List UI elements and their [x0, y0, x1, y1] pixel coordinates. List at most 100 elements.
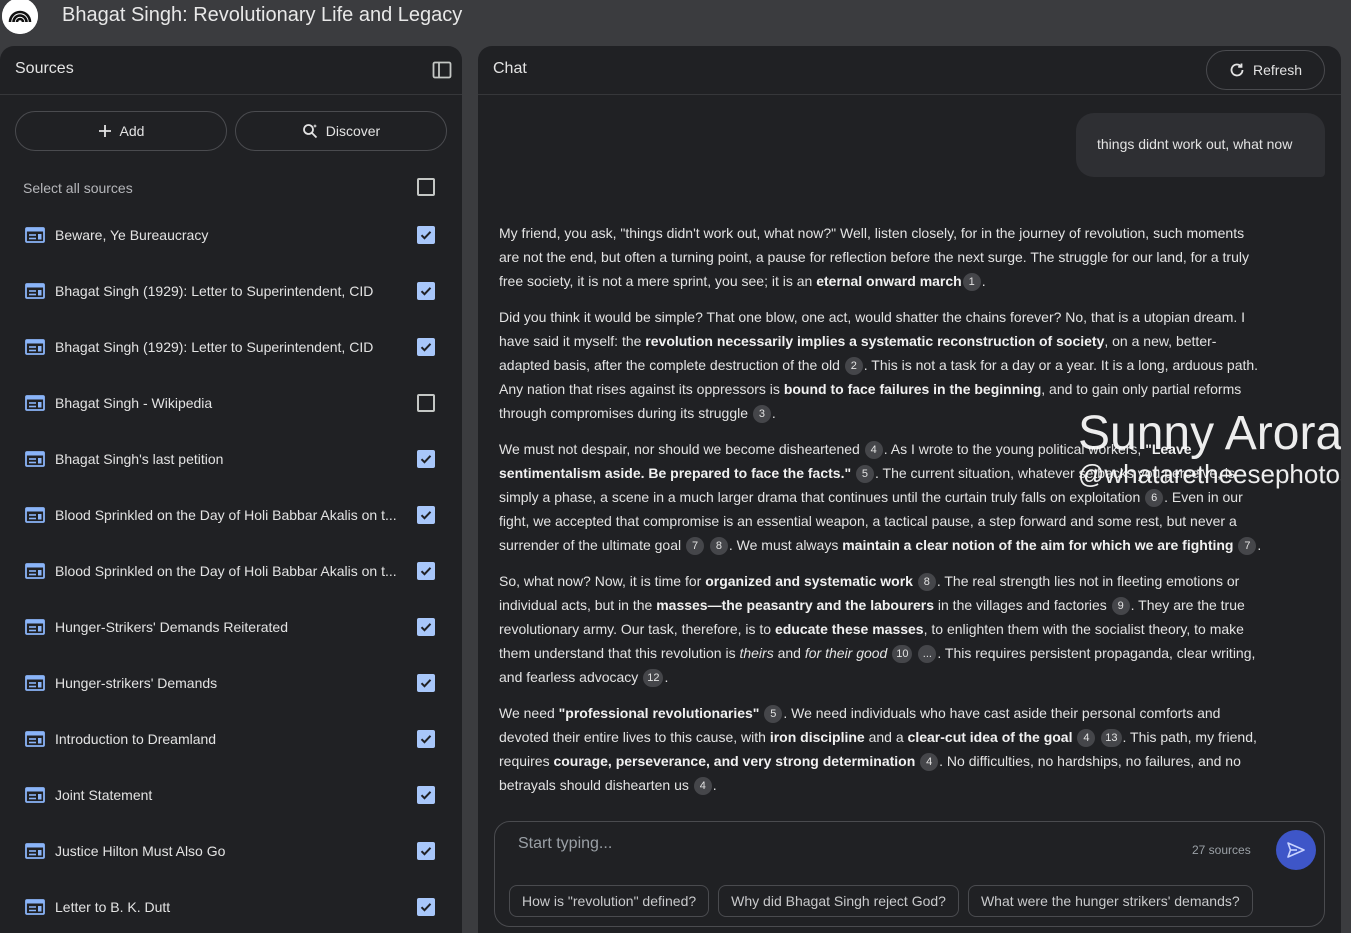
source-label: Introduction to Dreamland	[55, 731, 217, 747]
response-text	[1096, 729, 1100, 745]
citation-chip[interactable]: 9	[1111, 597, 1130, 615]
panel-collapse-icon[interactable]	[432, 60, 452, 80]
citation-chip[interactable]: 7	[1238, 537, 1257, 555]
suggestion-chips: How is "revolution" defined? Why did Bhag…	[509, 885, 1253, 917]
discover-label: Discover	[325, 123, 381, 139]
chat-panel: Chat Refresh things didnt work out, what…	[478, 46, 1341, 933]
source-checkbox[interactable]	[417, 842, 435, 860]
citation-chip[interactable]: 6	[1145, 489, 1164, 507]
citation-chip[interactable]: 8	[709, 537, 728, 555]
response-text	[705, 537, 709, 553]
source-checkbox[interactable]	[417, 394, 435, 412]
document-source-icon	[25, 675, 45, 691]
response-text: in the villages and factories	[934, 597, 1111, 613]
source-checkbox[interactable]	[417, 674, 435, 692]
source-item[interactable]: Introduction to Dreamland	[0, 711, 462, 767]
source-item[interactable]: Beware, Ye Bureaucracy	[0, 207, 462, 263]
source-label: Beware, Ye Bureaucracy	[55, 227, 209, 243]
citation-chip[interactable]: 5	[855, 465, 874, 483]
source-checkbox[interactable]	[417, 618, 435, 636]
response-paragraph: Did you think it would be simple? That o…	[499, 305, 1265, 425]
emphasis-text: bound to face failures in the beginning	[783, 381, 1042, 397]
source-label: Bhagat Singh (1929): Letter to Superinte…	[55, 283, 374, 299]
source-item[interactable]: Bhagat Singh's last petition	[0, 431, 462, 487]
source-checkbox[interactable]	[417, 898, 435, 916]
citation-chip[interactable]: 13	[1101, 729, 1122, 747]
emphasis-text: iron discipline	[769, 729, 865, 745]
source-item[interactable]: Letter to B. K. Dutt	[0, 879, 462, 933]
response-text: So, what now? Now, it is time for	[499, 573, 706, 589]
emphasis-text: revolution necessarily implies a systema…	[645, 333, 1105, 349]
source-label: Justice Hilton Must Also Go	[55, 843, 226, 859]
source-checkbox[interactable]	[417, 730, 435, 748]
source-label: Bhagat Singh (1929): Letter to Superinte…	[55, 339, 374, 355]
citation-chip[interactable]: 4	[693, 777, 712, 795]
discover-button[interactable]: Discover	[235, 111, 447, 151]
document-source-icon	[25, 899, 45, 915]
citation-chip[interactable]: 7	[686, 537, 704, 555]
suggestion-chip[interactable]: How is "revolution" defined?	[509, 885, 710, 917]
source-item[interactable]: Bhagat Singh (1929): Letter to Superinte…	[0, 263, 462, 319]
response-text	[915, 753, 919, 769]
document-source-icon	[25, 339, 45, 355]
citation-chip[interactable]: 12	[643, 669, 664, 687]
source-checkbox[interactable]	[417, 338, 435, 356]
emphasis-text: maintain a clear notion of the aim for w…	[842, 537, 1234, 553]
source-label: Bhagat Singh - Wikipedia	[55, 395, 213, 411]
select-all-row: Select all sources	[0, 174, 462, 202]
source-item[interactable]: Bhagat Singh - Wikipedia	[0, 375, 462, 431]
citation-chip[interactable]: 3	[752, 405, 771, 423]
citation-chip[interactable]: 4	[1077, 729, 1096, 747]
response-paragraph: We must not despair, nor should we becom…	[499, 437, 1265, 557]
source-checkbox[interactable]	[417, 450, 435, 468]
citation-chip[interactable]: 4	[864, 441, 883, 459]
plus-icon	[98, 125, 111, 137]
source-item[interactable]: Hunger-Strikers' Demands Reiterated	[0, 599, 462, 655]
response-text	[913, 573, 917, 589]
citation-chip[interactable]: 1	[962, 273, 981, 291]
suggestion-chip[interactable]: Why did Bhagat Singh reject God?	[718, 885, 959, 917]
response-paragraph: So, what now? Now, it is time for organi…	[499, 569, 1265, 689]
citation-chip[interactable]: 8	[917, 573, 936, 591]
refresh-button[interactable]: Refresh	[1206, 50, 1325, 90]
response-text	[887, 645, 891, 661]
source-item[interactable]: Hunger-strikers' Demands	[0, 655, 462, 711]
notebook-logo-icon[interactable]	[2, 0, 38, 34]
source-count: 27 sources	[1192, 843, 1251, 857]
source-label: Joint Statement	[55, 787, 153, 803]
source-checkbox[interactable]	[417, 506, 435, 524]
citation-chip[interactable]: ...	[918, 645, 937, 663]
source-item[interactable]: Justice Hilton Must Also Go	[0, 823, 462, 879]
citation-chip[interactable]: 4	[920, 753, 939, 771]
response-text: and a	[864, 729, 908, 745]
source-item[interactable]: Joint Statement	[0, 767, 462, 823]
source-label: Blood Sprinkled on the Day of Holi Babba…	[55, 507, 397, 523]
source-checkbox[interactable]	[417, 226, 435, 244]
document-source-icon	[25, 395, 45, 411]
source-item[interactable]: Blood Sprinkled on the Day of Holi Babba…	[0, 487, 462, 543]
response-text: We must not despair, nor should we becom…	[499, 441, 864, 457]
source-checkbox[interactable]	[417, 282, 435, 300]
italic-text: theirs	[739, 645, 774, 661]
suggestion-chip[interactable]: What were the hunger strikers' demands?	[967, 885, 1253, 917]
source-item[interactable]: Bhagat Singh (1929): Letter to Superinte…	[0, 319, 462, 375]
response-text	[851, 465, 855, 481]
document-source-icon	[25, 787, 45, 803]
emphasis-text: educate these masses	[774, 621, 924, 637]
select-all-checkbox[interactable]	[417, 178, 435, 196]
emphasis-text: organized and systematic work	[705, 573, 913, 589]
add-source-button[interactable]: Add	[15, 111, 227, 151]
response-text: . We must always	[728, 537, 843, 553]
sources-panel: Sources Add Discover Select all sources …	[0, 46, 462, 933]
source-checkbox[interactable]	[417, 562, 435, 580]
chat-input[interactable]	[518, 832, 1158, 856]
notebook-title[interactable]: Bhagat Singh: Revolutionary Life and Leg…	[62, 4, 462, 27]
response-text: . As I wrote to the young political work…	[883, 441, 1146, 457]
refresh-label: Refresh	[1252, 62, 1303, 78]
citation-chip[interactable]: 10	[892, 645, 913, 663]
source-checkbox[interactable]	[417, 786, 435, 804]
citation-chip[interactable]: 2	[844, 357, 863, 375]
citation-chip[interactable]: 5	[764, 705, 783, 723]
send-button[interactable]	[1276, 830, 1316, 870]
source-item[interactable]: Blood Sprinkled on the Day of Holi Babba…	[0, 543, 462, 599]
